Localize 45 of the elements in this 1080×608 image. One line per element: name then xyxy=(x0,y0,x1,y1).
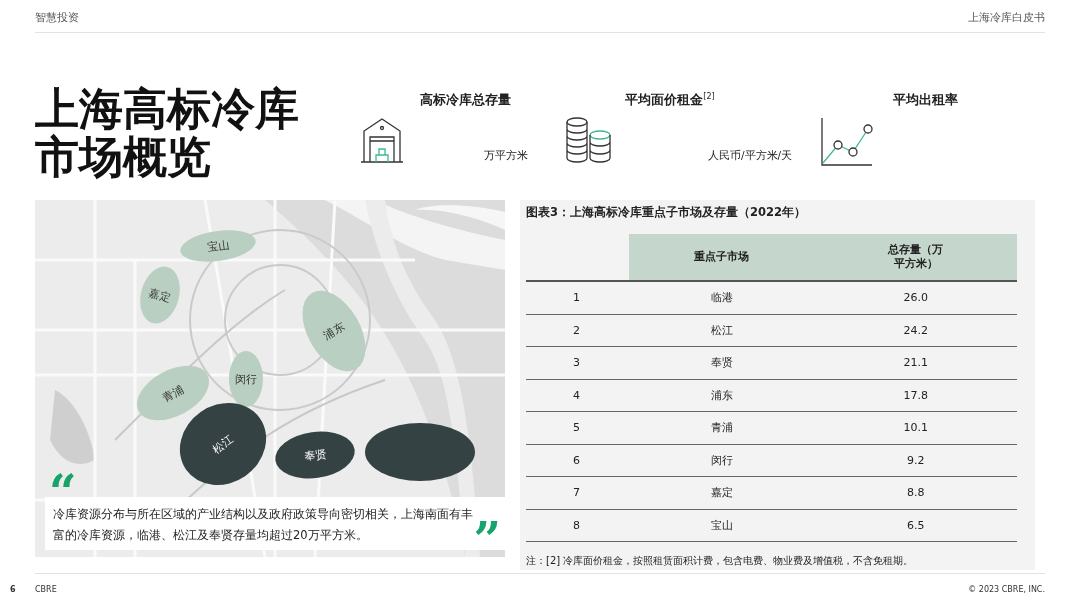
table-cell: 24.2 xyxy=(814,314,1017,347)
open-quote-mark: “ xyxy=(49,471,77,495)
metric-unit: 人民币/平方米/天 xyxy=(708,149,793,163)
table-cell: 6.5 xyxy=(814,509,1017,542)
table-cell: 6 xyxy=(526,444,630,477)
page-title: 上海高标冷库 市场概览 xyxy=(35,85,300,181)
table-cell: 临港 xyxy=(629,281,815,314)
table-cell: 8 xyxy=(526,509,630,542)
table-cell: 松江 xyxy=(629,314,815,347)
table-cell: 26.0 xyxy=(814,281,1017,314)
table-caption: 图表3：上海高标冷库重点子市场及存量（2022年） xyxy=(526,205,807,220)
footnote: 注：[2] 冷库面价租金，按照租赁面积计费，包含电费、物业费及增值税，不含免租期。 xyxy=(526,554,915,568)
line-chart-icon xyxy=(820,117,874,167)
table-cell: 1 xyxy=(526,281,630,314)
table-cell: 3 xyxy=(526,346,630,379)
metric-unit: 万平方米 xyxy=(484,149,528,163)
column-header: 重点子市场 xyxy=(629,234,815,281)
table-cell: 浦东 xyxy=(629,379,815,412)
table-cell: 青浦 xyxy=(629,411,815,444)
table-cell: 闵行 xyxy=(629,444,815,477)
coins-icon xyxy=(565,117,613,163)
metric-title: 高标冷库总存量 xyxy=(418,91,512,109)
warehouse-icon xyxy=(360,117,404,163)
table-cell: 7 xyxy=(526,476,630,509)
close-quote-mark: ” xyxy=(473,519,501,543)
table-cell: 4 xyxy=(526,379,630,412)
document-title: 上海冷库白皮书 xyxy=(968,9,1045,25)
column-header: 总存量（万平方米） xyxy=(814,234,1017,281)
table-cell: 2 xyxy=(526,314,630,347)
metric-title: 平均出租率 xyxy=(891,91,959,109)
section-label: 智慧投资 xyxy=(35,9,79,25)
table-cell: 5 xyxy=(526,411,630,444)
table-cell: 21.1 xyxy=(814,346,1017,379)
table-cell: 宝山 xyxy=(629,509,815,542)
table-cell: 8.8 xyxy=(814,476,1017,509)
table-cell: 9.2 xyxy=(814,444,1017,477)
table-cell: 10.1 xyxy=(814,411,1017,444)
quote-text: 冷库资源分布与所在区域的产业结构以及政府政策导向密切相关，上海南面有丰富的冷库资源，临港、松江及奉贤存量均超过20万平方米。 xyxy=(53,506,474,544)
metric-title: 平均面价租金$^{[2]}$ xyxy=(624,91,716,109)
page-number: 6 xyxy=(10,584,17,594)
table-cell: 嘉定 xyxy=(629,476,815,509)
table-cell: 奉贤 xyxy=(629,346,815,379)
table-cell: 17.8 xyxy=(814,379,1017,412)
copyright: © 2023 CBRE, INC. xyxy=(968,584,1045,594)
brand-label: CBRE xyxy=(35,584,57,594)
